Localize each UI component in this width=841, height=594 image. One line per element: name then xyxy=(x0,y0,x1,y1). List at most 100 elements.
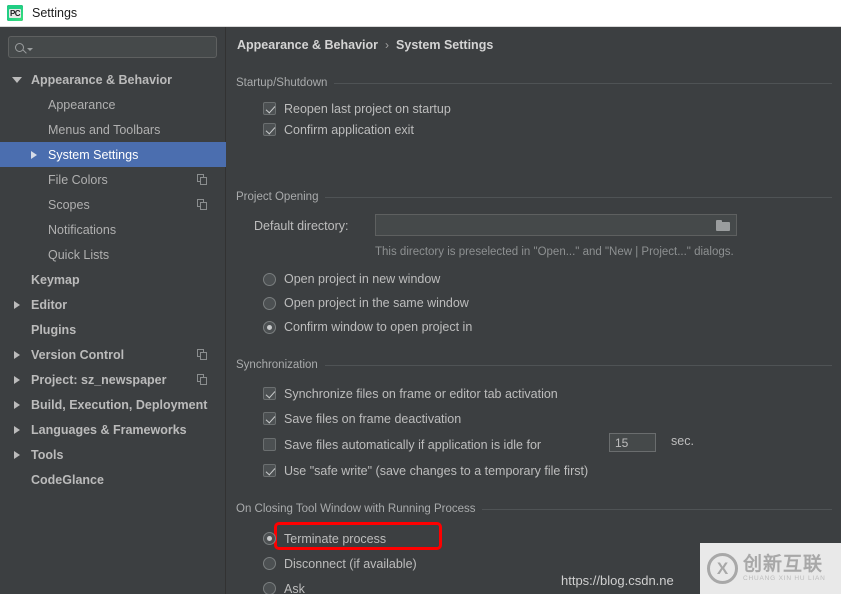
radio-label: Confirm window to open project in xyxy=(284,320,473,334)
breadcrumb-current: System Settings xyxy=(396,38,494,52)
sidebar-item-label: Languages & Frameworks xyxy=(31,422,187,437)
sidebar-item-label: Appearance & Behavior xyxy=(31,72,173,87)
settings-dialog-body: Appearance & Behavior Appearance Menus and… xyxy=(0,27,841,594)
section-header-closing-tool-window: On Closing Tool Window with Running Proc… xyxy=(236,501,832,517)
section-project-opening: Project Opening Default directory: This … xyxy=(236,189,832,339)
search-box[interactable] xyxy=(8,36,217,58)
section-title: Synchronization xyxy=(236,359,318,371)
watermark-pinyin: CHUANG XIN HU LIAN xyxy=(743,575,826,583)
radio-disconnect-if-available[interactable] xyxy=(263,557,276,570)
section-title: Startup/Shutdown xyxy=(236,77,328,89)
idle-seconds-input[interactable]: 15 xyxy=(609,433,656,452)
checkbox-use-safe-write[interactable] xyxy=(263,464,276,477)
section-divider xyxy=(325,196,832,198)
sidebar-item-system-settings[interactable]: System Settings xyxy=(0,142,226,167)
sidebar-item-label: Menus and Toolbars xyxy=(48,122,161,137)
copy-icon[interactable] xyxy=(197,349,208,360)
radio-ask[interactable] xyxy=(263,582,276,594)
sidebar-item-appearance-behavior[interactable]: Appearance & Behavior xyxy=(0,67,226,92)
checkbox-row-synchronize-files[interactable]: Synchronize files on frame or editor tab… xyxy=(263,381,832,406)
chevron-right-icon[interactable] xyxy=(31,151,37,159)
radio-label: Open project in new window xyxy=(284,272,441,286)
sidebar-item-languages-frameworks[interactable]: Languages & Frameworks xyxy=(0,417,226,442)
sidebar-item-version-control[interactable]: Version Control xyxy=(0,342,226,367)
default-directory-row: Default directory: xyxy=(236,214,832,238)
sidebar-item-plugins[interactable]: Plugins xyxy=(0,317,226,342)
sidebar-item-label: Editor xyxy=(31,297,68,312)
checkbox-save-files-automatically-when-idle[interactable] xyxy=(263,438,276,451)
settings-tree: Appearance & Behavior Appearance Menus and… xyxy=(0,67,226,492)
copy-icon[interactable] xyxy=(197,174,208,185)
breadcrumb-parent[interactable]: Appearance & Behavior xyxy=(237,38,378,52)
sidebar-item-label: CodeGlance xyxy=(31,472,104,487)
sidebar-item-build-execution-deployment[interactable]: Build, Execution, Deployment xyxy=(0,392,226,417)
checkbox-label: Reopen last project on startup xyxy=(284,101,451,116)
checkbox-synchronize-files-on-frame-activation[interactable] xyxy=(263,387,276,400)
section-header-project-opening: Project Opening xyxy=(236,189,832,205)
radio-row-confirm-window[interactable]: Confirm window to open project in xyxy=(263,315,832,339)
radio-terminate-process[interactable] xyxy=(263,532,276,545)
checkbox-row-reopen-last-project[interactable]: Reopen last project on startup xyxy=(263,98,832,119)
chevron-down-icon[interactable] xyxy=(12,77,22,83)
default-directory-input[interactable] xyxy=(375,214,737,236)
radio-label: Disconnect (if available) xyxy=(284,556,417,571)
chevron-right-icon[interactable] xyxy=(14,351,20,359)
copy-icon[interactable] xyxy=(197,374,208,385)
sidebar-item-file-colors[interactable]: File Colors xyxy=(0,167,226,192)
sidebar-item-label: Keymap xyxy=(31,272,80,287)
sidebar-item-keymap[interactable]: Keymap xyxy=(0,267,226,292)
chevron-right-icon[interactable] xyxy=(14,401,20,409)
sidebar-item-editor[interactable]: Editor xyxy=(0,292,226,317)
checkbox-row-confirm-application-exit[interactable]: Confirm application exit xyxy=(263,119,832,140)
checkbox-row-safe-write[interactable]: Use "safe write" (save changes to a temp… xyxy=(263,458,832,483)
idle-seconds-unit-label: sec. xyxy=(671,434,694,448)
sidebar-item-appearance[interactable]: Appearance xyxy=(0,92,226,117)
sidebar-item-quick-lists[interactable]: Quick Lists xyxy=(0,242,226,267)
checkbox-save-files-on-frame-deactivation[interactable] xyxy=(263,412,276,425)
watermark-chinese-name: 创新互联 xyxy=(743,552,824,575)
default-directory-hint: This directory is preselected in "Open..… xyxy=(375,246,734,258)
breadcrumb-separator-icon: › xyxy=(385,38,390,52)
sidebar-item-codeglance[interactable]: CodeGlance xyxy=(0,467,226,492)
copy-icon[interactable] xyxy=(197,199,208,210)
radio-row-open-new-window[interactable]: Open project in new window xyxy=(263,267,832,291)
sidebar-item-menus-and-toolbars[interactable]: Menus and Toolbars xyxy=(0,117,226,142)
chevron-right-icon[interactable] xyxy=(14,376,20,384)
settings-main-panel: Appearance & Behavior › System Settings … xyxy=(227,27,841,594)
checkbox-label: Confirm application exit xyxy=(284,122,414,137)
chevron-right-icon[interactable] xyxy=(14,301,20,309)
sidebar-item-label: Appearance xyxy=(48,97,116,112)
radio-open-project-new-window[interactable] xyxy=(263,272,276,286)
search-icon xyxy=(15,42,24,52)
checkbox-row-save-automatically[interactable]: Save files automatically if application … xyxy=(263,431,832,458)
pycharm-pc-icon: PC xyxy=(7,5,23,21)
sidebar-item-scopes[interactable]: Scopes xyxy=(0,192,226,217)
radio-confirm-window-to-open-project-in[interactable] xyxy=(263,320,276,334)
settings-sidebar: Appearance & Behavior Appearance Menus and… xyxy=(0,27,226,594)
section-startup-shutdown: Startup/Shutdown Reopen last project on … xyxy=(236,75,832,140)
section-title: Project Opening xyxy=(236,191,319,203)
folder-browse-icon[interactable] xyxy=(716,219,730,231)
sidebar-item-label: Notifications xyxy=(48,222,117,237)
sidebar-item-notifications[interactable]: Notifications xyxy=(0,217,226,242)
section-header-startup: Startup/Shutdown xyxy=(236,75,832,91)
sidebar-item-label: System Settings xyxy=(48,147,139,162)
chevron-right-icon[interactable] xyxy=(14,426,20,434)
sidebar-item-project-sz-newspaper[interactable]: Project: sz_newspaper xyxy=(0,367,226,392)
checkbox-row-save-on-deactivation[interactable]: Save files on frame deactivation xyxy=(263,406,832,431)
window-title: Settings xyxy=(32,6,78,20)
watermark-logo-icon xyxy=(707,553,738,584)
radio-label: Ask xyxy=(284,581,305,594)
search-input[interactable] xyxy=(33,40,216,54)
sidebar-search[interactable] xyxy=(8,36,217,58)
checkbox-label: Save files on frame deactivation xyxy=(284,411,462,426)
sidebar-item-tools[interactable]: Tools xyxy=(0,442,226,467)
section-divider xyxy=(334,82,832,84)
radio-label: Terminate process xyxy=(284,531,387,546)
chevron-right-icon[interactable] xyxy=(14,451,20,459)
radio-row-open-same-window[interactable]: Open project in the same window xyxy=(263,291,832,315)
radio-open-project-same-window[interactable] xyxy=(263,296,276,310)
sidebar-item-label: File Colors xyxy=(48,172,108,187)
checkbox-confirm-application-exit[interactable] xyxy=(263,123,276,136)
checkbox-reopen-last-project[interactable] xyxy=(263,102,276,115)
